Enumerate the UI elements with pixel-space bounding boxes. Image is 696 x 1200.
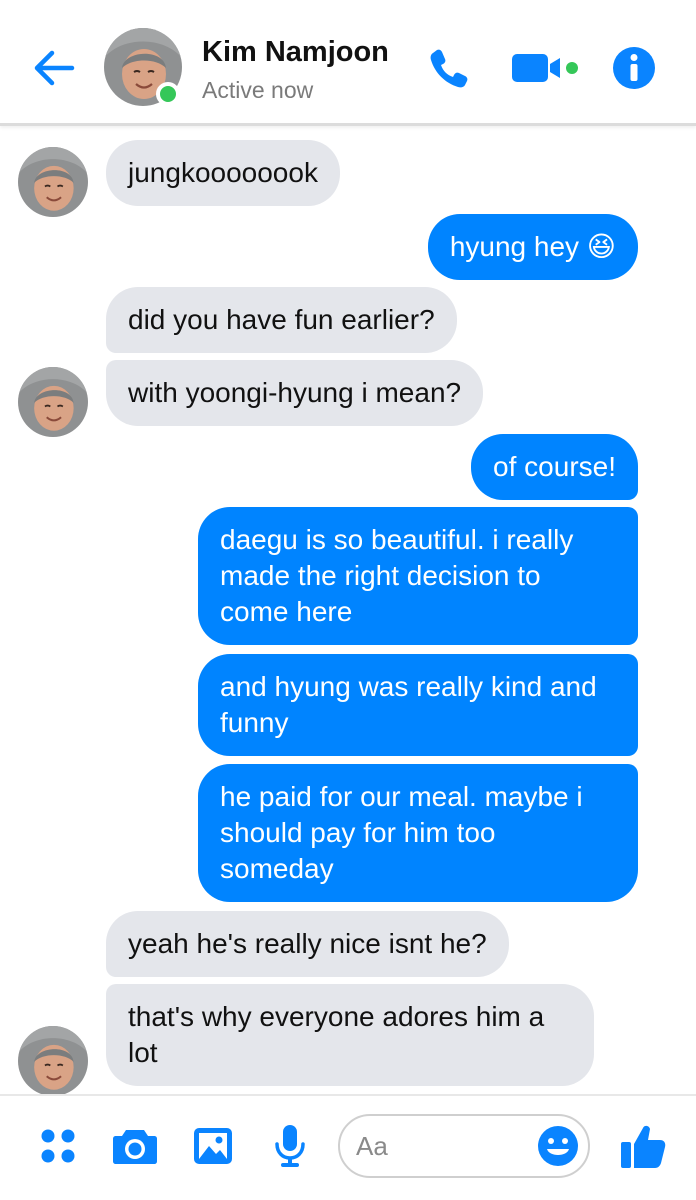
message-bubble-outgoing[interactable]: hyung hey 😆 (427, 214, 638, 280)
back-arrow-icon[interactable] (30, 44, 78, 92)
message-box (338, 1114, 590, 1178)
message-bubble-incoming[interactable]: jungkoooooook (106, 140, 340, 206)
contact-avatar-small[interactable] (18, 147, 88, 217)
video-camera-icon[interactable] (510, 44, 582, 92)
conversation-header: Kim Namjoon Active now (0, 0, 696, 126)
message-bubble-incoming[interactable]: with yoongi-hyung i mean? (106, 360, 484, 426)
composer-bar (0, 1094, 696, 1200)
message-bubble-incoming[interactable]: yeah he's really nice isnt he? (106, 911, 509, 977)
message-thread[interactable]: jungkoooooook hyung hey 😆 did you have f… (0, 126, 696, 1094)
info-icon[interactable] (610, 44, 658, 92)
message-bubble-incoming[interactable]: that's why everyone adores him a lot (106, 984, 594, 1086)
thumbs-up-icon[interactable] (618, 1118, 668, 1174)
online-status-dot (156, 82, 180, 106)
active-status: Active now (202, 77, 314, 103)
message-bubble-outgoing[interactable]: and hyung was really kind and funny (198, 654, 638, 756)
contact-avatar-small[interactable] (18, 1026, 88, 1094)
microphone-icon[interactable] (270, 1118, 310, 1174)
camera-icon[interactable] (110, 1118, 160, 1174)
message-bubble-outgoing[interactable]: of course! (471, 434, 638, 500)
emoji-icon[interactable] (536, 1124, 580, 1168)
contact-avatar-small[interactable] (18, 367, 88, 437)
message-bubble-incoming[interactable]: did you have fun earlier? (106, 287, 457, 353)
message-input[interactable] (356, 1126, 526, 1166)
image-icon[interactable] (190, 1118, 236, 1174)
phone-icon[interactable] (426, 44, 470, 92)
message-bubble-outgoing[interactable]: daegu is so beautiful. i really made the… (198, 507, 638, 645)
contact-name[interactable]: Kim Namjoon (202, 36, 389, 69)
message-bubble-outgoing[interactable]: he paid for our meal. maybe i should pay… (198, 764, 638, 902)
menu-dots-icon[interactable] (36, 1118, 80, 1174)
